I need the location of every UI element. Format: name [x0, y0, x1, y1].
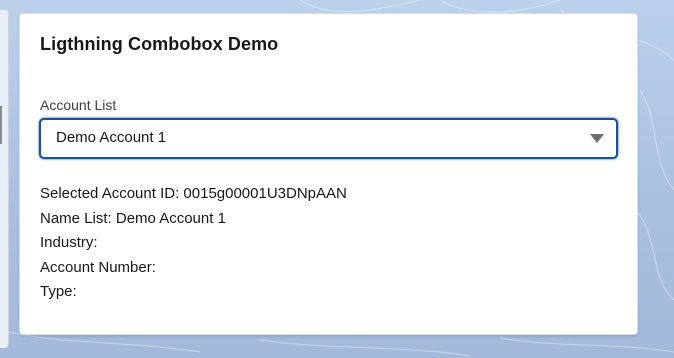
- account-list-combobox[interactable]: Demo Account 1: [39, 118, 618, 159]
- name-list: Name List: Demo Account 1: [40, 209, 226, 227]
- account-details: Selected Account ID: 0015g00001U3DNpAAN …: [40, 182, 347, 305]
- industry: Industry:: [40, 234, 98, 251]
- chevron-down-icon[interactable]: [590, 134, 604, 143]
- account-number: Account Number:: [40, 258, 156, 276]
- selected-account-id: Selected Account ID: 0015g00001U3DNpAAN: [40, 185, 347, 202]
- account-list-label: Account List: [40, 97, 117, 113]
- adjacent-panel-edge: [0, 10, 9, 348]
- account-type: Type:: [40, 283, 77, 300]
- panel-edge-marker: [0, 106, 2, 144]
- combobox-selected-value: Demo Account 1: [56, 129, 167, 146]
- card-title: Ligthning Combobox Demo: [40, 34, 279, 54]
- combobox-demo-card: Ligthning Combobox Demo Account List Dem…: [19, 13, 638, 335]
